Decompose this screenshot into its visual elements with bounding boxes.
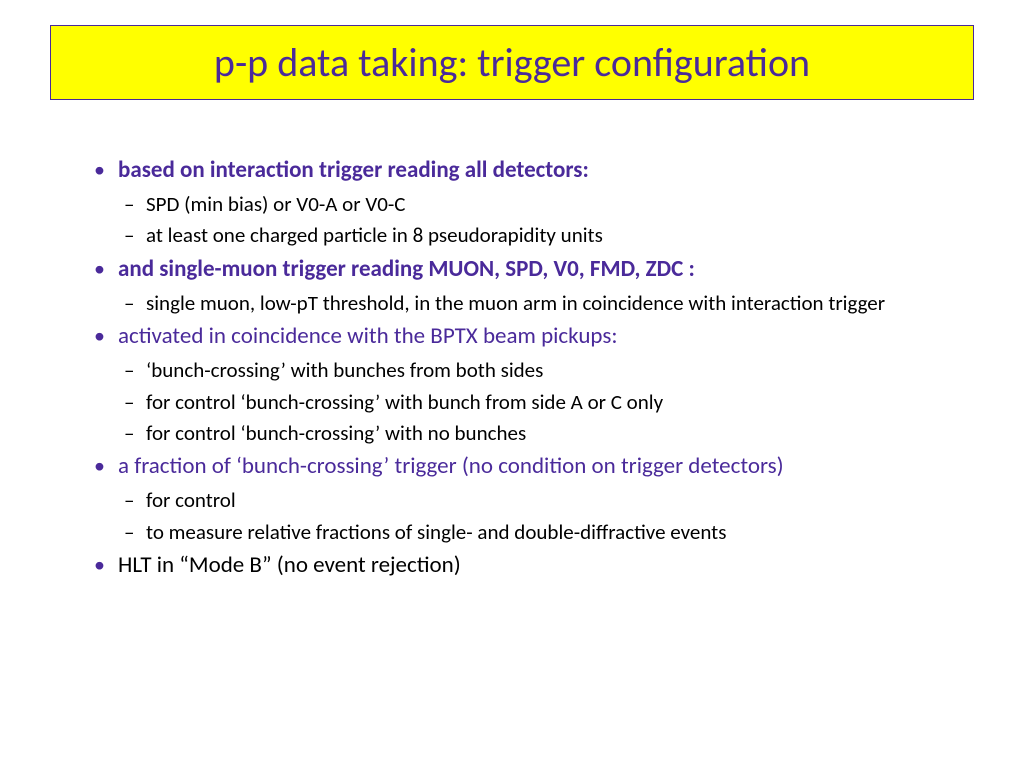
bullet-text: HLT in “Mode B” (no event rejection) xyxy=(118,551,461,579)
bullet-item: activated in coincidence with the BPTX b… xyxy=(90,321,974,447)
slide: p-p data taking: trigger configuration b… xyxy=(0,0,1024,768)
sub-item: for control ‘bunch-crossing’ with no bun… xyxy=(118,419,974,447)
sub-item: for control xyxy=(118,486,974,514)
bullet-text: based on interaction trigger reading all… xyxy=(118,156,589,184)
bullet-text: and single-muon trigger reading MUON, SP… xyxy=(118,255,695,283)
bullet-item: based on interaction trigger reading all… xyxy=(90,155,974,250)
bullet-text: a fraction of ‘bunch-crossing’ trigger (… xyxy=(118,452,784,480)
bullet-item: and single-muon trigger reading MUON, SP… xyxy=(90,254,974,317)
sub-list: single muon, low-pT threshold, in the mu… xyxy=(118,289,974,317)
bullet-text: activated in coincidence with the BPTX b… xyxy=(118,322,618,350)
sub-list: SPD (min bias) or V0-A or V0-C at least … xyxy=(118,190,974,250)
slide-title: p-p data taking: trigger configuration xyxy=(71,38,953,87)
bullet-item: HLT in “Mode B” (no event rejection) xyxy=(90,550,974,581)
bullet-list: based on interaction trigger reading all… xyxy=(90,155,974,581)
sub-item: SPD (min bias) or V0-A or V0-C xyxy=(118,190,974,218)
sub-list: ‘bunch-crossing’ with bunches from both … xyxy=(118,356,974,447)
sub-item: single muon, low-pT threshold, in the mu… xyxy=(118,289,974,317)
title-box: p-p data taking: trigger configuration xyxy=(50,25,974,100)
sub-item: ‘bunch-crossing’ with bunches from both … xyxy=(118,356,974,384)
sub-list: for control to measure relative fraction… xyxy=(118,486,974,546)
content-area: based on interaction trigger reading all… xyxy=(50,155,974,581)
sub-item: at least one charged particle in 8 pseud… xyxy=(118,221,974,249)
sub-item: for control ‘bunch-crossing’ with bunch … xyxy=(118,388,974,416)
sub-item: to measure relative fractions of single-… xyxy=(118,518,974,546)
bullet-item: a fraction of ‘bunch-crossing’ trigger (… xyxy=(90,451,974,546)
